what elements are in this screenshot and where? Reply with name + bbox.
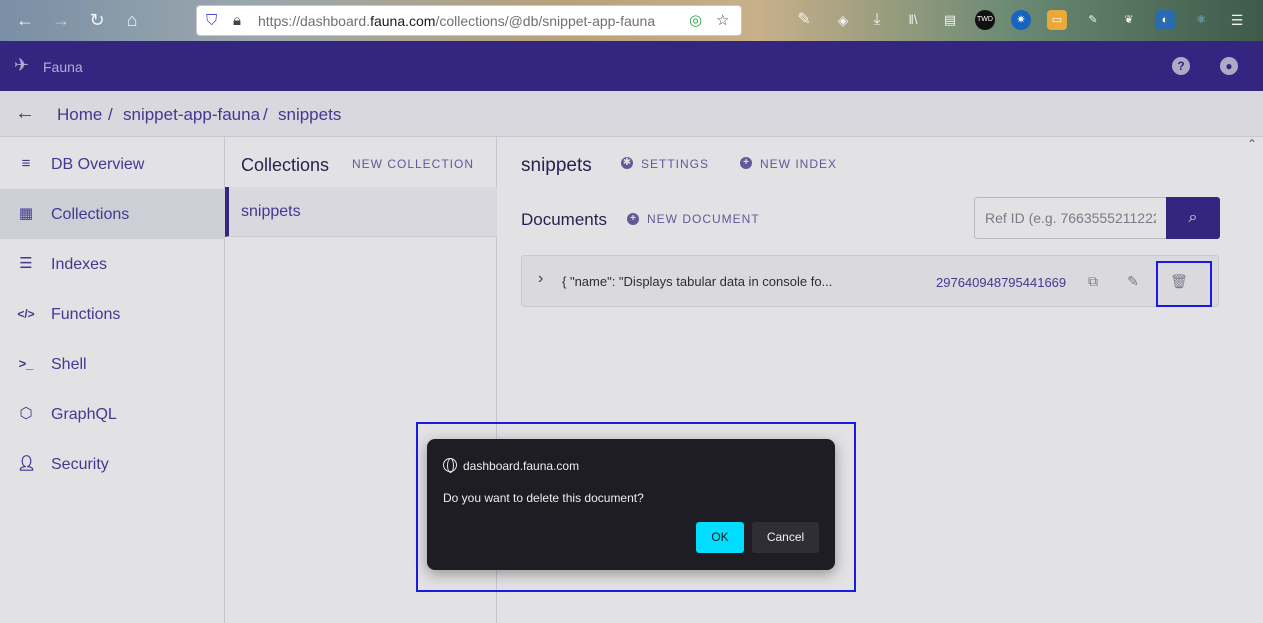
pocket-icon[interactable]: ◈ <box>833 10 853 30</box>
pen-icon[interactable]: ✎ <box>794 10 814 30</box>
library-icon[interactable]: ‖\ <box>903 10 923 30</box>
extension-icon[interactable]: ◎ <box>689 12 702 30</box>
cancel-button[interactable]: Cancel <box>752 522 819 553</box>
ok-button[interactable]: OK <box>696 522 744 553</box>
forward-icon[interactable]: → <box>50 9 72 31</box>
notes-icon[interactable]: ✎ <box>1083 10 1103 30</box>
react-icon[interactable]: ⚛ <box>1191 10 1211 30</box>
reader-icon[interactable]: ▤ <box>940 10 960 30</box>
twd-extension-icon[interactable]: TWD <box>975 10 995 30</box>
globe-icon <box>443 458 457 473</box>
shield-icon[interactable]: ⛉ <box>206 12 217 30</box>
url-text[interactable]: https://dashboard.fauna.com/collections/… <box>258 13 655 29</box>
reload-icon[interactable]: ↻ <box>86 9 108 31</box>
lock-icon[interactable]: 🔒︎ <box>233 12 241 30</box>
paw-icon[interactable]: ❦ <box>1119 10 1139 30</box>
home-icon[interactable]: ⌂ <box>121 9 143 31</box>
star-icon[interactable]: ☆ <box>716 12 729 30</box>
extension-icon[interactable]: ◐ <box>1155 10 1175 30</box>
menu-icon[interactable]: ☰ <box>1227 10 1247 30</box>
dialog-message: Do you want to delete this document? <box>443 491 644 505</box>
browser-toolbar: ← → ↻ ⌂ ⛉ 🔒︎ https://dashboard.fauna.com… <box>0 0 1263 41</box>
delete-button-highlight <box>1156 261 1212 307</box>
extension-icon[interactable]: ✷ <box>1011 10 1031 30</box>
download-icon[interactable]: ⤓ <box>867 10 887 30</box>
address-bar[interactable]: ⛉ 🔒︎ https://dashboard.fauna.com/collect… <box>196 5 742 36</box>
confirm-dialog: dashboard.fauna.com Do you want to delet… <box>427 439 835 570</box>
extension-icon[interactable]: ▭ <box>1047 10 1067 30</box>
dialog-origin: dashboard.fauna.com <box>463 459 580 473</box>
back-icon[interactable]: ← <box>14 9 36 31</box>
